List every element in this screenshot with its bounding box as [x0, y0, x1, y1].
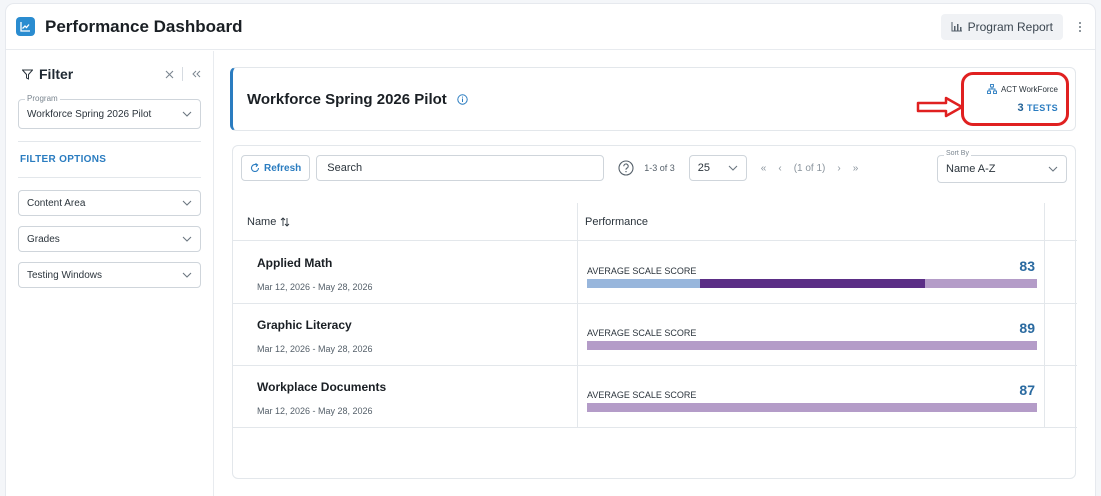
refresh-label: Refresh: [264, 162, 302, 174]
test-name[interactable]: Graphic Literacy: [257, 318, 352, 332]
dropdown-label: Grades: [27, 233, 60, 245]
filter-options-heading: FILTER OPTIONS: [20, 154, 107, 165]
sort-by-select[interactable]: Sort By Name A-Z: [937, 150, 1067, 183]
filter-sidebar: Filter Program Workforce Spring 2026 Pil…: [6, 51, 214, 496]
metric-label: AVERAGE SCALE SCORE: [587, 390, 697, 400]
program-select-value: Workforce Spring 2026 Pilot: [27, 108, 152, 120]
next-page-icon[interactable]: ›: [837, 163, 840, 174]
score-value: 89: [1019, 320, 1035, 336]
test-name[interactable]: Applied Math: [257, 256, 332, 270]
program-report-label: Program Report: [967, 19, 1053, 34]
info-icon[interactable]: [457, 93, 468, 105]
page-header: Performance Dashboard Program Report: [6, 4, 1095, 50]
dropdown-label: Testing Windows: [27, 269, 103, 281]
chevron-down-icon: [1048, 166, 1058, 172]
refresh-icon: [250, 163, 260, 172]
table-header: Name Performance: [233, 203, 1077, 241]
chevron-down-icon: [182, 272, 192, 278]
performance-bar-segment: [699, 279, 925, 288]
performance-bar: [587, 279, 1037, 288]
score-value: 87: [1019, 382, 1035, 398]
name-column-label: Name: [247, 216, 277, 228]
chevron-down-icon: [182, 236, 192, 242]
assessment-name: ACT WorkForce: [1000, 84, 1058, 94]
page-size-select[interactable]: 25: [688, 155, 747, 181]
collapse-icon[interactable]: [191, 70, 201, 78]
test-dates: Mar 12, 2026 - May 28, 2026: [257, 344, 373, 354]
program-name: Workforce Spring 2026 Pilot: [247, 90, 447, 108]
performance-column-header: Performance: [585, 216, 648, 228]
page-indicator: (1 of 1): [793, 162, 826, 174]
grades-dropdown[interactable]: Grades: [18, 226, 201, 252]
performance-bar: [587, 341, 1037, 350]
score-value: 83: [1019, 258, 1035, 274]
chevron-down-icon: [182, 111, 192, 117]
chart-icon: [16, 17, 35, 36]
testing-windows-dropdown[interactable]: Testing Windows: [18, 262, 201, 288]
table-row[interactable]: Graphic Literacy Mar 12, 2026 - May 28, 2…: [233, 304, 1077, 366]
close-icon[interactable]: [165, 70, 174, 79]
prev-page-icon[interactable]: ‹: [778, 163, 781, 174]
arrow-annotation: [916, 96, 964, 118]
sort-by-label: Sort By: [944, 150, 971, 157]
results-range: 1-3 of 3: [644, 163, 675, 173]
bar-chart-icon: [951, 21, 962, 31]
search-input[interactable]: [316, 155, 605, 181]
tests-count-badge[interactable]: 3 TESTS: [1018, 102, 1058, 114]
chevron-down-icon: [728, 165, 738, 171]
first-page-icon[interactable]: «: [761, 163, 767, 174]
chevron-down-icon: [182, 200, 192, 206]
metric-label: AVERAGE SCALE SCORE: [587, 328, 697, 338]
page-title: Performance Dashboard: [45, 16, 243, 36]
program-report-button[interactable]: Program Report: [940, 13, 1063, 40]
program-select-label: Program: [25, 94, 60, 103]
pagination: « ‹ (1 of 1) › »: [761, 163, 859, 174]
refresh-button[interactable]: Refresh: [241, 155, 311, 181]
filter-label: Filter: [39, 66, 74, 82]
last-page-icon[interactable]: »: [853, 163, 859, 174]
content-area-dropdown[interactable]: Content Area: [18, 190, 201, 216]
assessment-summary: ACT WorkForce 3 TESTS: [961, 72, 1069, 126]
filter-icon: [22, 69, 33, 80]
kebab-icon[interactable]: [1075, 21, 1085, 32]
test-name[interactable]: Workplace Documents: [257, 380, 386, 394]
table-row[interactable]: Workplace Documents Mar 12, 2026 - May 28…: [233, 366, 1077, 428]
name-column-header[interactable]: Name: [247, 216, 290, 228]
assessment-label: ACT WorkForce: [987, 84, 1058, 94]
program-select[interactable]: Program Workforce Spring 2026 Pilot: [18, 94, 201, 129]
help-icon[interactable]: [618, 160, 634, 176]
metric-label: AVERAGE SCALE SCORE: [587, 266, 697, 276]
tests-label: TESTS: [1026, 103, 1058, 113]
page-size-value: 25: [697, 162, 711, 174]
test-dates: Mar 12, 2026 - May 28, 2026: [257, 282, 373, 292]
hierarchy-icon: [987, 84, 997, 94]
performance-bar: [587, 403, 1037, 412]
filter-title: Filter: [18, 66, 73, 82]
sort-by-value: Name A-Z: [946, 163, 996, 175]
dropdown-label: Content Area: [27, 197, 86, 209]
sort-icon[interactable]: [280, 217, 290, 227]
table-row[interactable]: Applied Math Mar 12, 2026 - May 28, 2026 A…: [233, 242, 1077, 304]
test-dates: Mar 12, 2026 - May 28, 2026: [257, 406, 373, 416]
performance-bar-segment: [587, 279, 700, 288]
tests-count: 3: [1017, 102, 1025, 114]
table-toolbar: Refresh 1-3 of 3 25 « ‹ (1 of 1) › » Sor…: [233, 146, 1075, 190]
tests-table-card: Refresh 1-3 of 3 25 « ‹ (1 of 1) › » Sor…: [232, 145, 1077, 479]
